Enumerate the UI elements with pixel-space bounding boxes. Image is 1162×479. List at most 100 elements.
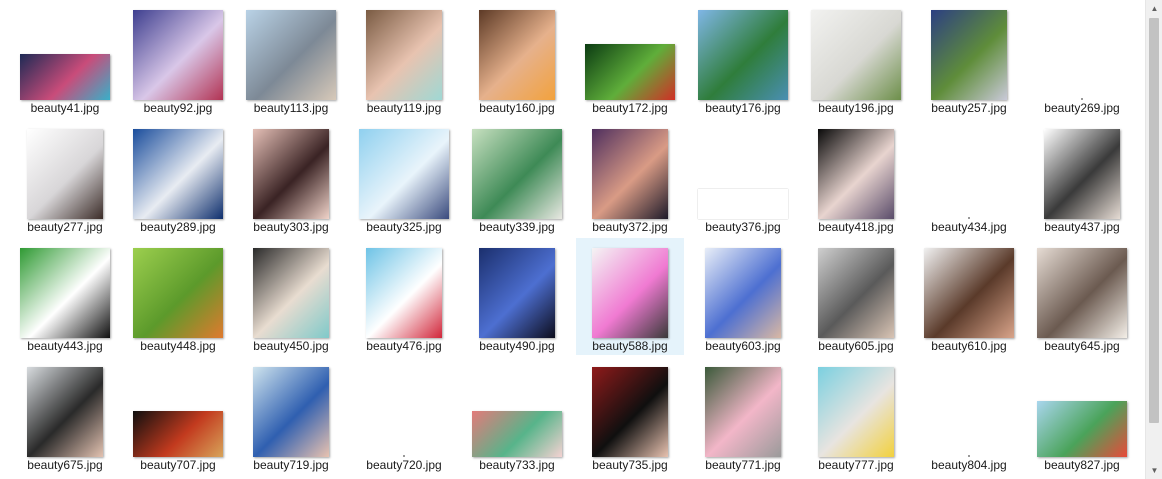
image-thumbnail-icon[interactable] [479,248,555,338]
file-name-label[interactable]: beauty490.jpg [463,339,571,353]
file-item[interactable]: beauty257.jpg [915,0,1023,117]
file-item[interactable]: beauty160.jpg [463,0,571,117]
file-name-label[interactable]: beauty303.jpg [237,220,345,234]
file-item[interactable]: beauty719.jpg [237,357,345,474]
file-name-label[interactable]: beauty603.jpg [689,339,797,353]
image-thumbnail-icon[interactable] [359,129,449,219]
file-name-label[interactable]: beauty176.jpg [689,101,797,115]
image-thumbnail-icon[interactable] [133,411,223,457]
file-item[interactable]: beauty325.jpg [350,119,458,236]
file-item[interactable]: beauty771.jpg [689,357,797,474]
image-thumbnail-icon[interactable] [811,10,901,100]
file-name-label[interactable]: beauty443.jpg [11,339,119,353]
file-name-label[interactable]: beauty269.jpg [1028,101,1136,115]
file-name-label[interactable]: beauty372.jpg [576,220,684,234]
file-name-label[interactable]: beauty827.jpg [1028,458,1136,472]
file-name-label[interactable]: beauty476.jpg [350,339,458,353]
file-item[interactable]: beauty277.jpg [11,119,119,236]
file-name-label[interactable]: beauty196.jpg [802,101,910,115]
image-thumbnail-icon[interactable] [366,248,442,338]
file-name-label[interactable]: beauty437.jpg [1028,220,1136,234]
file-item[interactable]: beauty735.jpg [576,357,684,474]
image-thumbnail-icon[interactable] [592,129,668,219]
file-name-label[interactable]: beauty771.jpg [689,458,797,472]
file-name-label[interactable]: beauty119.jpg [350,101,458,115]
file-item[interactable]: beauty437.jpg [1028,119,1136,236]
file-name-label[interactable]: beauty707.jpg [124,458,232,472]
file-item[interactable]: beauty289.jpg [124,119,232,236]
file-name-label[interactable]: beauty113.jpg [237,101,345,115]
file-item[interactable]: beauty418.jpg [802,119,910,236]
file-name-label[interactable]: beauty434.jpg [915,220,1023,234]
image-thumbnail-icon[interactable] [698,10,788,100]
image-thumbnail-icon[interactable] [366,10,442,100]
file-name-label[interactable]: beauty645.jpg [1028,339,1136,353]
image-thumbnail-icon[interactable] [472,411,562,457]
image-thumbnail-icon[interactable] [592,248,668,338]
image-thumbnail-icon[interactable] [133,10,223,100]
file-item[interactable]: beauty172.jpg [576,0,684,117]
image-thumbnail-icon[interactable] [818,248,894,338]
file-item[interactable]: beauty720.jpg [350,357,458,474]
image-thumbnail-icon[interactable] [253,129,329,219]
file-item[interactable]: beauty119.jpg [350,0,458,117]
image-thumbnail-icon[interactable] [133,248,223,338]
file-name-label[interactable]: beauty257.jpg [915,101,1023,115]
file-name-label[interactable]: beauty172.jpg [576,101,684,115]
image-thumbnail-icon[interactable] [253,367,329,457]
file-item[interactable]: beauty603.jpg [689,238,797,355]
image-thumbnail-icon[interactable] [1044,129,1120,219]
image-thumbnail-icon[interactable] [253,248,329,338]
image-thumbnail-icon[interactable] [585,44,675,100]
file-name-label[interactable]: beauty376.jpg [689,220,797,234]
image-thumbnail-icon[interactable] [705,367,781,457]
vertical-scrollbar[interactable]: ▲ ▼ [1145,0,1162,479]
file-name-label[interactable]: beauty450.jpg [237,339,345,353]
image-thumbnail-icon[interactable] [924,248,1014,338]
file-item[interactable]: beauty610.jpg [915,238,1023,355]
file-item[interactable]: beauty605.jpg [802,238,910,355]
image-thumbnail-icon[interactable] [246,10,336,100]
file-item[interactable]: beauty450.jpg [237,238,345,355]
file-item[interactable]: beauty645.jpg [1028,238,1136,355]
file-name-label[interactable]: beauty804.jpg [915,458,1023,472]
file-name-label[interactable]: beauty448.jpg [124,339,232,353]
file-item[interactable]: beauty196.jpg [802,0,910,117]
scroll-down-icon[interactable]: ▼ [1146,462,1162,479]
image-thumbnail-icon[interactable] [403,455,405,457]
file-item[interactable]: beauty490.jpg [463,238,571,355]
file-item[interactable]: beauty675.jpg [11,357,119,474]
file-item[interactable]: beauty804.jpg [915,357,1023,474]
file-name-label[interactable]: beauty339.jpg [463,220,571,234]
file-item[interactable]: beauty376.jpg [689,119,797,236]
file-name-label[interactable]: beauty675.jpg [11,458,119,472]
file-name-label[interactable]: beauty418.jpg [802,220,910,234]
file-item[interactable]: beauty777.jpg [802,357,910,474]
image-thumbnail-icon[interactable] [705,248,781,338]
scroll-thumb[interactable] [1149,18,1159,423]
file-name-label[interactable]: beauty588.jpg [576,339,684,353]
image-thumbnail-icon[interactable] [27,129,103,219]
file-name-label[interactable]: beauty719.jpg [237,458,345,472]
image-thumbnail-icon[interactable] [931,10,1007,100]
file-name-label[interactable]: beauty733.jpg [463,458,571,472]
image-thumbnail-icon[interactable] [818,367,894,457]
file-item[interactable]: beauty339.jpg [463,119,571,236]
file-name-label[interactable]: beauty160.jpg [463,101,571,115]
file-item[interactable]: beauty476.jpg [350,238,458,355]
image-thumbnail-icon[interactable] [479,10,555,100]
file-item[interactable]: beauty269.jpg [1028,0,1136,117]
file-name-label[interactable]: beauty41.jpg [11,101,119,115]
file-item[interactable]: beauty434.jpg [915,119,1023,236]
file-item[interactable]: beauty448.jpg [124,238,232,355]
image-thumbnail-icon[interactable] [1037,401,1127,457]
file-item[interactable]: beauty113.jpg [237,0,345,117]
file-item[interactable]: beauty92.jpg [124,0,232,117]
file-item[interactable]: beauty372.jpg [576,119,684,236]
file-name-label[interactable]: beauty610.jpg [915,339,1023,353]
image-thumbnail-icon[interactable] [472,129,562,219]
file-name-label[interactable]: beauty720.jpg [350,458,458,472]
image-thumbnail-icon[interactable] [1081,98,1083,100]
scroll-up-icon[interactable]: ▲ [1146,0,1162,17]
file-item[interactable]: beauty707.jpg [124,357,232,474]
